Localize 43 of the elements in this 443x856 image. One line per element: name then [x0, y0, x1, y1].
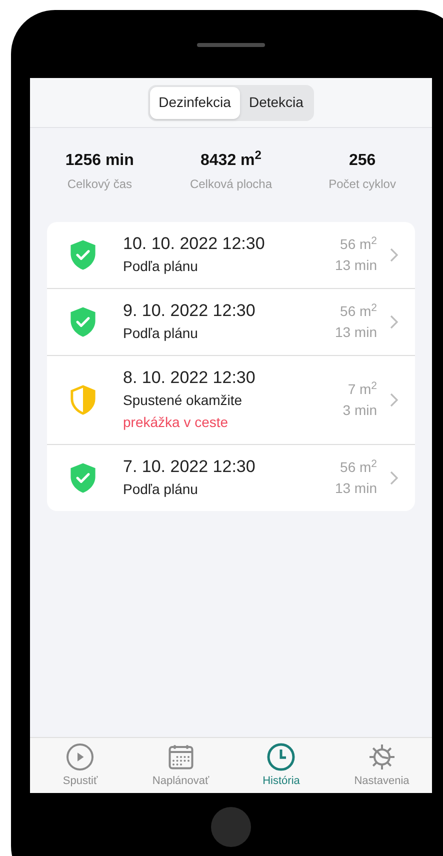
history-row[interactable]: 8. 10. 2022 12:30 Spustené okamžite prekážka v ceste 7 m$^{2}$ 3 min [47, 355, 415, 444]
history-area: 56 m$^{2}$ [340, 234, 377, 255]
play-icon [65, 742, 96, 772]
history-duration: 13 min [334, 256, 377, 275]
shield-check-icon [68, 239, 98, 271]
chevron-right-icon [389, 314, 399, 330]
history-mode: Podľa plánu [123, 257, 199, 276]
history-row[interactable]: 10. 10. 2022 12:30 Podľa plánu 56 m$^{2}$ 13 min [47, 222, 415, 288]
history-date: 8. 10. 2022 12:30 [123, 367, 256, 389]
clock-icon [266, 742, 296, 772]
history-error: prekážka v ceste [123, 413, 230, 432]
stat-value: 8432 m$^{2}$ [200, 150, 262, 171]
chevron-right-icon [389, 470, 399, 486]
history-date: 9. 10. 2022 12:30 [123, 300, 256, 322]
nav-tab[interactable]: História [236, 742, 326, 790]
stat-value: 1256 min [65, 151, 134, 171]
stat-value: 256 [348, 151, 376, 171]
history-area: 56 m$^{2}$ [340, 301, 377, 322]
history-area: 56 m$^{2}$ [340, 457, 377, 478]
stat-label: Počet cyklov [328, 176, 396, 193]
history-duration: 13 min [334, 323, 377, 342]
stat-label: Celková plocha [190, 176, 272, 193]
chevron-right-icon [389, 247, 399, 263]
history-area: 7 m$^{2}$ [348, 379, 377, 400]
history-mode: Spustené okamžite [123, 391, 244, 410]
history-duration: 13 min [334, 479, 377, 498]
stat-label: Celkový čas [67, 176, 132, 193]
history-date: 10. 10. 2022 12:30 [123, 233, 266, 255]
shield-check-icon [68, 306, 98, 338]
shield-check-icon [68, 462, 98, 494]
half-shield-icon [68, 384, 98, 416]
chevron-right-icon [389, 392, 399, 408]
speaker-slot [197, 43, 265, 47]
home-button[interactable] [211, 807, 251, 847]
history-duration: 3 min [342, 401, 377, 420]
history-mode: Podľa plánu [123, 324, 199, 343]
segment-tab[interactable]: Dezinfekcia [150, 86, 240, 118]
history-date: 7. 10. 2022 12:30 [123, 456, 256, 478]
history-row[interactable]: 7. 10. 2022 12:30 Podľa plánu 56 m$^{2}$ 13 min [47, 444, 415, 511]
settings-icon [366, 742, 397, 772]
history-mode: Podľa plánu [123, 480, 199, 499]
history-row[interactable]: 9. 10. 2022 12:30 Podľa plánu 56 m$^{2}$ 13 min [47, 288, 415, 355]
segment-tab[interactable]: Detekcia [240, 86, 312, 118]
